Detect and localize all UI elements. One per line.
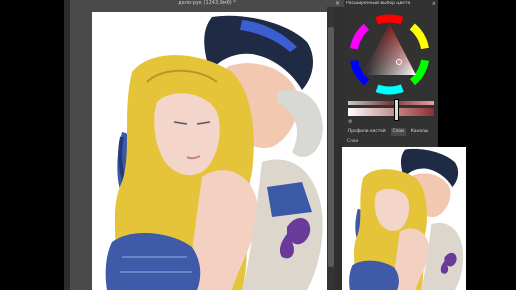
color-wheel[interactable]	[347, 12, 432, 97]
canvas-area[interactable]	[70, 7, 344, 290]
tab-layers[interactable]: Слои	[390, 128, 406, 136]
layers-section-label: Слои	[347, 139, 359, 144]
close-icon[interactable]: ×	[335, 0, 340, 7]
scrollbar-thumb[interactable]	[328, 27, 334, 267]
artwork-preview	[342, 147, 466, 290]
vertical-scrollbar[interactable]	[327, 7, 335, 290]
hue-ring[interactable]	[347, 12, 432, 97]
saturation-slider[interactable]	[348, 108, 434, 116]
slider-thumb[interactable]	[394, 99, 399, 121]
close-icon[interactable]: ×	[432, 1, 436, 7]
document-title: дело-рук (1243,9мб) *	[178, 0, 236, 6]
tab-channels[interactable]: Каналы	[409, 128, 430, 136]
hue-slider[interactable]	[348, 101, 434, 105]
document-titlebar: дело-рук (1243,9мб) * ×	[70, 0, 344, 7]
artwork-illustration	[105, 15, 323, 290]
tab-brush-presets[interactable]: Профили кистей	[346, 128, 388, 136]
preview-illustration	[349, 148, 464, 290]
settings-icon[interactable]: ⚙	[348, 119, 352, 125]
drawing-canvas[interactable]	[92, 12, 328, 290]
docker-title: Расширенный выбор цвета	[346, 1, 411, 6]
docker-tabs: Профили кистей Слои Каналы	[346, 128, 436, 136]
screen: дело-рук (1243,9мб) * × Расширенный выбо…	[0, 0, 516, 290]
color-selector-docker: Расширенный выбор цвета × ⚙ Профили кист…	[344, 0, 438, 150]
